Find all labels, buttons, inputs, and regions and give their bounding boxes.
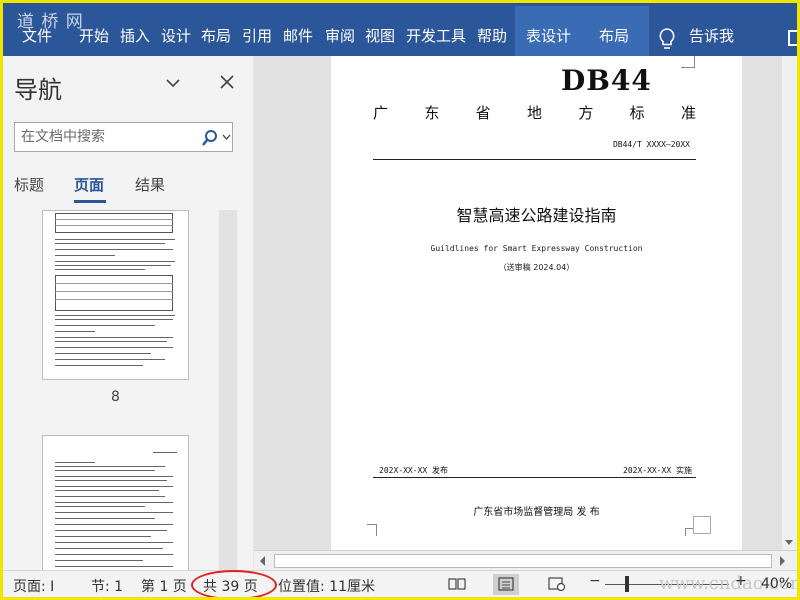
publish-date: 202X-XX-XX 发布 bbox=[379, 466, 448, 475]
tab-layout[interactable]: 布局 bbox=[201, 25, 231, 47]
scroll-down-icon[interactable] bbox=[785, 540, 793, 545]
nav-tab-headings[interactable]: 标题 bbox=[14, 174, 44, 195]
tab-table-design[interactable]: 表设计 bbox=[526, 25, 571, 47]
nav-title: 导航 bbox=[14, 76, 62, 104]
crop-mark bbox=[367, 524, 377, 536]
crop-mark bbox=[693, 516, 711, 534]
province-standard-line: 广 东 省 地 方 标 准 bbox=[373, 104, 696, 122]
nav-tab-results[interactable]: 结果 bbox=[135, 174, 165, 195]
search-icon[interactable] bbox=[201, 129, 219, 147]
issuer: 广东省市场监督管理局 发 布 bbox=[473, 507, 600, 518]
document-title-en: Guildlines for Smart Expressway Construc… bbox=[430, 244, 643, 253]
implement-date: 202X-XX-XX 实施 bbox=[623, 466, 692, 475]
page-thumbnail[interactable] bbox=[42, 210, 189, 380]
nav-scrollbar[interactable] bbox=[219, 210, 237, 570]
status-section[interactable]: 节: 1 bbox=[91, 576, 123, 596]
header-rule bbox=[373, 159, 696, 160]
zoom-out-button[interactable]: − bbox=[589, 573, 601, 589]
nav-tab-pages[interactable]: 页面 bbox=[74, 174, 104, 195]
status-bar: 页面: I 节: 1 第 1 页 共 39 页 位置值: 11厘米 − www.… bbox=[3, 570, 800, 600]
tab-mailings[interactable]: 邮件 bbox=[283, 25, 313, 47]
document-area[interactable]: DB44 广 东 省 地 方 标 准 DB44/T XXXX—20XX 智慧高速… bbox=[254, 56, 797, 550]
tab-file[interactable]: 文件 bbox=[22, 25, 52, 47]
crop-mark bbox=[681, 56, 695, 68]
tab-help[interactable]: 帮助 bbox=[477, 25, 507, 47]
standard-code: DB44 bbox=[561, 64, 652, 97]
page-thumbnail[interactable] bbox=[42, 435, 189, 570]
ribbon: 道 桥 网 文件 开始 插入 设计 布局 引用 邮件 审阅 视图 开发工具 帮助… bbox=[3, 3, 800, 56]
highlight-circle bbox=[191, 570, 277, 600]
scroll-left-icon[interactable] bbox=[260, 556, 265, 566]
footer-rule bbox=[373, 477, 696, 478]
tab-insert[interactable]: 插入 bbox=[120, 25, 150, 47]
print-layout-icon[interactable] bbox=[497, 577, 515, 591]
standard-number: DB44/T XXXX—20XX bbox=[612, 140, 690, 149]
thumbnail-page-number: 8 bbox=[111, 389, 120, 405]
search-box[interactable] bbox=[14, 122, 233, 152]
web-layout-icon[interactable] bbox=[548, 577, 566, 591]
zoom-slider-thumb[interactable] bbox=[625, 576, 629, 592]
tab-view[interactable]: 视图 bbox=[365, 25, 395, 47]
chevron-down-icon[interactable] bbox=[165, 75, 181, 91]
horizontal-scroll-thumb[interactable] bbox=[274, 554, 772, 568]
close-icon[interactable] bbox=[219, 74, 235, 90]
read-mode-icon[interactable] bbox=[448, 577, 466, 591]
document-title: 智慧高速公路建设指南 bbox=[456, 206, 617, 225]
document-page[interactable]: DB44 广 东 省 地 方 标 准 DB44/T XXXX—20XX 智慧高速… bbox=[331, 56, 742, 550]
status-page[interactable]: 页面: I bbox=[13, 576, 54, 596]
scroll-right-icon[interactable] bbox=[780, 556, 785, 566]
active-tab-indicator bbox=[74, 200, 106, 203]
tab-table-layout[interactable]: 布局 bbox=[599, 25, 629, 47]
search-input[interactable] bbox=[21, 127, 191, 147]
status-page-of[interactable]: 第 1 页 bbox=[141, 576, 187, 596]
tab-references[interactable]: 引用 bbox=[242, 25, 272, 47]
search-options-chevron-icon[interactable] bbox=[222, 132, 231, 141]
lightbulb-icon bbox=[659, 28, 675, 49]
tab-design[interactable]: 设计 bbox=[161, 25, 191, 47]
horizontal-scrollbar[interactable] bbox=[254, 550, 797, 570]
comment-icon[interactable] bbox=[788, 30, 800, 46]
tell-me-button[interactable]: 告诉我 bbox=[689, 25, 734, 47]
zoom-level[interactable]: 40% bbox=[761, 576, 792, 592]
tab-home[interactable]: 开始 bbox=[79, 25, 109, 47]
draft-note: （送审稿 2024.04） bbox=[498, 263, 575, 272]
vertical-scrollbar[interactable] bbox=[782, 56, 797, 550]
tab-review[interactable]: 审阅 bbox=[325, 25, 355, 47]
tab-developer[interactable]: 开发工具 bbox=[406, 25, 466, 47]
navigation-pane: 导航 标题 页面 结果 bbox=[3, 56, 253, 570]
page-thumbnails: 8 bbox=[3, 210, 253, 570]
zoom-in-button[interactable]: + bbox=[735, 573, 747, 589]
crop-mark bbox=[685, 528, 693, 536]
status-position[interactable]: 位置值: 11厘米 bbox=[278, 576, 375, 596]
